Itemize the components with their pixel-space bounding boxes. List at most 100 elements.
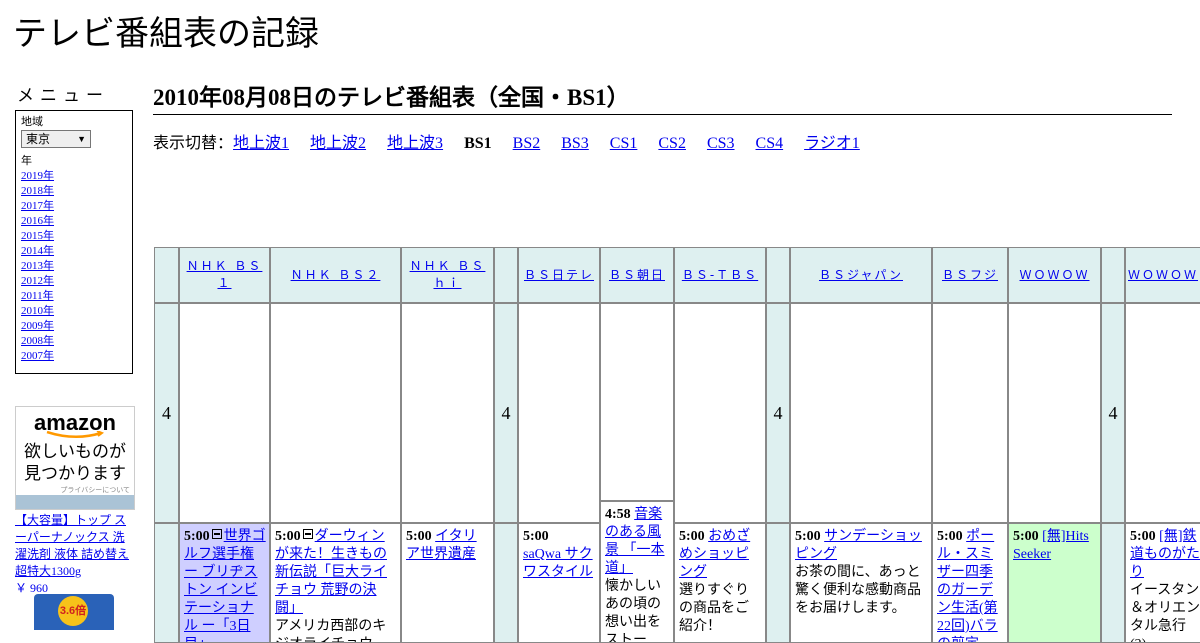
- empty-slot: [1125, 303, 1200, 523]
- year-link-2019[interactable]: 2019年: [21, 169, 127, 184]
- hour-header-corner: [1101, 247, 1125, 303]
- program-time: 4:58: [605, 507, 631, 522]
- year-link-2017[interactable]: 2017年: [21, 199, 127, 214]
- switch-cs1[interactable]: CS1: [610, 134, 638, 154]
- channel-link-bs-japan[interactable]: ＢＳジャパン: [819, 267, 903, 284]
- year-link-2012[interactable]: 2012年: [21, 274, 127, 289]
- channel-header-nhk-bshi: ＮＨＫ ＢＳｈｉ: [401, 247, 494, 303]
- empty-slot: [179, 303, 270, 523]
- view-switcher: 表示切替：地上波1 地上波2 地上波3 BS1 BS2 BS3 CS1 CS2 CS3 CS4 ラジ…: [153, 134, 881, 154]
- channel-header-bs-japan: ＢＳジャパン: [790, 247, 932, 303]
- switch-terrestrial-1[interactable]: 地上波1: [233, 134, 289, 154]
- program-time: 5:00: [937, 529, 963, 544]
- program-time: 5:00: [795, 529, 821, 544]
- switch-terrestrial-2[interactable]: 地上波2: [310, 134, 366, 154]
- switch-radio-1[interactable]: ラジオ1: [804, 134, 860, 154]
- year-link-2008[interactable]: 2008年: [21, 334, 127, 349]
- hour-label: 4: [766, 303, 790, 523]
- channel-header-wowow-1: ＷＯＷＯＷ: [1008, 247, 1101, 303]
- year-link-2010[interactable]: 2010年: [21, 304, 127, 319]
- empty-slot: [401, 303, 494, 523]
- ad-price: ￥ 960: [15, 581, 49, 595]
- switch-bs3[interactable]: BS3: [561, 134, 589, 154]
- channel-link-nhk-bshi[interactable]: ＮＨＫ ＢＳｈｉ: [404, 258, 491, 292]
- switcher-label: 表示切替：: [153, 135, 234, 152]
- ad-product[interactable]: 【大容量】トップ スーパーナノックス 洗濯洗剤 液体 詰め替え 超特大1300g…: [15, 512, 135, 597]
- program-title-link[interactable]: ポール・スミザー四季のガーデン生活(第22回)バラの剪定: [937, 529, 998, 642]
- switch-cs2[interactable]: CS2: [658, 134, 686, 154]
- hour-label: 4: [154, 303, 179, 523]
- program-wowow-1: 5:00 [無]Hits Seeker: [1008, 523, 1101, 643]
- program-title-link[interactable]: 世界ゴルフ選手権ー ブリヂストン インビテーショナル ー「3日目」: [184, 529, 266, 642]
- empty-slot: [1008, 303, 1101, 523]
- ad-product-link[interactable]: 【大容量】トップ スーパーナノックス 洗濯洗剤 液体 詰め替え 超特大1300g: [15, 513, 129, 578]
- channel-link-nhk-bs2[interactable]: ＮＨＫ ＢＳ２: [291, 267, 381, 284]
- empty-slot: [600, 303, 674, 501]
- program-time: 5:00: [1013, 529, 1039, 544]
- channel-link-bs-tbs[interactable]: ＢＳ-ＴＢＳ: [682, 267, 758, 284]
- amazon-logo: amazon: [34, 410, 116, 435]
- channel-link-nhk-bs1[interactable]: ＮＨＫ ＢＳ１: [182, 258, 267, 292]
- year-label: 年: [21, 155, 32, 167]
- region-select[interactable]: 東京 ▼: [21, 130, 91, 148]
- program-wowow-2: 5:00 [無]鉄道ものがたり イースタン＆オリエンタル急行(2): [1125, 523, 1200, 643]
- hour-header-corner: [494, 247, 518, 303]
- hour-label: 4: [1101, 303, 1125, 523]
- empty-slot: [674, 303, 766, 523]
- channel-link-wowow-2[interactable]: ＷＯＷＯＷ: [1128, 267, 1198, 284]
- year-link-2016[interactable]: 2016年: [21, 214, 127, 229]
- channel-header-nhk-bs1: ＮＨＫ ＢＳ１: [179, 247, 270, 303]
- year-link-2018[interactable]: 2018年: [21, 184, 127, 199]
- ad-badge: 3.6倍: [58, 596, 88, 626]
- program-nhk-bshi: 5:00 イタリア世界遺産: [401, 523, 494, 643]
- year-link-2014[interactable]: 2014年: [21, 244, 127, 259]
- menu-heading: メニュー: [17, 86, 109, 105]
- ad-privacy-link[interactable]: プライバシーについて: [16, 485, 134, 495]
- page-title: 2010年08月08日のテレビ番組表（全国・BS1）: [153, 85, 630, 110]
- program-bs-japan: 5:00 サンデーショッピング お茶の間に、あっと驚く便利な感動商品をお届けしま…: [790, 523, 932, 643]
- hour-label: 4: [494, 303, 518, 523]
- program-time: 5:00: [679, 529, 705, 544]
- channel-link-bs-fuji[interactable]: ＢＳフジ: [942, 267, 998, 284]
- year-link-2011[interactable]: 2011年: [21, 289, 127, 304]
- channel-header-bs-asahi: ＢＳ朝日: [600, 247, 674, 303]
- program-description: イースタン＆オリエンタル急行(2): [1130, 583, 1200, 642]
- switch-terrestrial-3[interactable]: 地上波3: [387, 134, 443, 154]
- year-link-2013[interactable]: 2013年: [21, 259, 127, 274]
- program-bs-tbs: 5:00 おめざめショッピング 選りすぐりの商品をご紹介！: [674, 523, 766, 643]
- switch-bs1-current: BS1: [464, 135, 492, 152]
- data-broadcast-icon: [211, 529, 222, 539]
- amazon-ad[interactable]: amazon 欲しいものが 見つかります プライバシーについて: [15, 406, 135, 510]
- ad-bar: [16, 495, 134, 509]
- program-title-link[interactable]: saQwa サクワスタイル: [523, 547, 593, 580]
- switch-bs2[interactable]: BS2: [513, 134, 541, 154]
- site-title: テレビ番組表の記録: [13, 14, 319, 54]
- channel-header-nhk-bs2: ＮＨＫ ＢＳ２: [270, 247, 401, 303]
- ad-tagline-1: 欲しいものが: [24, 442, 126, 462]
- hour-column-next: [154, 523, 179, 643]
- title-divider: [153, 114, 1172, 115]
- program-time: 5:00: [523, 529, 549, 544]
- channel-header-bs-tbs: ＢＳ-ＴＢＳ: [674, 247, 766, 303]
- region-label: 地域: [21, 116, 43, 128]
- ad-product-image[interactable]: 3.6倍: [34, 594, 114, 630]
- year-link-2007[interactable]: 2007年: [21, 349, 127, 364]
- channel-header-wowow-2: ＷＯＷＯＷ: [1125, 247, 1200, 303]
- switch-cs3[interactable]: CS3: [707, 134, 735, 154]
- channel-link-bs-asahi[interactable]: ＢＳ朝日: [609, 267, 665, 284]
- empty-slot: [518, 303, 600, 523]
- program-bs-asahi: 4:58 音楽のある風景 「一本道」 懐かしいあの頃の想い出をストー: [600, 501, 674, 643]
- program-bs-fuji: 5:00 ポール・スミザー四季のガーデン生活(第22回)バラの剪定: [932, 523, 1008, 643]
- program-bs-ntv: 5:00 saQwa サクワスタイル: [518, 523, 600, 643]
- channel-link-wowow-1[interactable]: ＷＯＷＯＷ: [1019, 267, 1089, 284]
- caption-icon: [302, 529, 313, 539]
- switch-cs4[interactable]: CS4: [756, 134, 784, 154]
- channel-link-bs-ntv[interactable]: ＢＳ日テレ: [524, 267, 594, 284]
- program-description: アメリカ西部のキジオライチョウ。100: [275, 619, 387, 642]
- chevron-down-icon: ▼: [77, 134, 86, 144]
- program-description: 懐かしいあの頃の想い出をストー: [605, 579, 661, 643]
- program-time: 5:00: [275, 529, 301, 544]
- year-link-2009[interactable]: 2009年: [21, 319, 127, 334]
- year-link-2015[interactable]: 2015年: [21, 229, 127, 244]
- program-description: お茶の間に、あっと驚く便利な感動商品をお届けします。: [795, 565, 921, 616]
